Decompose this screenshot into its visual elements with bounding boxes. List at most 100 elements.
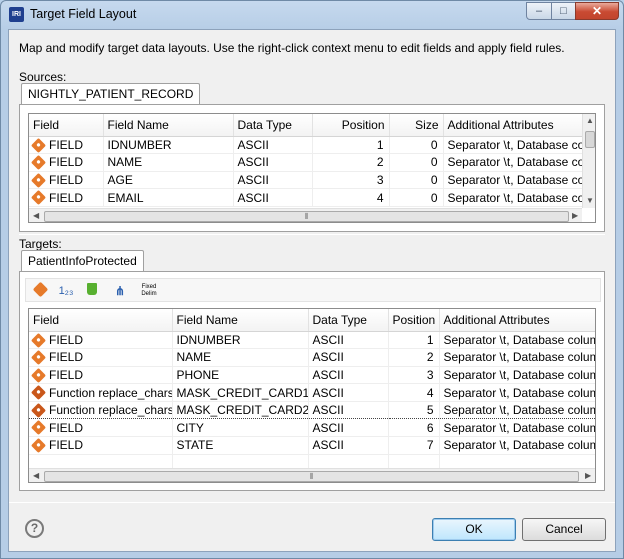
table-row[interactable]: FIELD EMAIL ASCII 4 0 Separator \t, Database … — [29, 188, 585, 207]
data-type-cell: ASCII — [308, 331, 389, 350]
function-field-icon — [30, 385, 47, 401]
field-icon — [30, 367, 47, 383]
delete-field-button[interactable] — [82, 282, 102, 300]
column-header[interactable]: Data Type — [233, 114, 313, 137]
tab-target-patient-info-protected[interactable]: PatientInfoProtected — [21, 250, 144, 272]
additional-attributes-cell: Separator \t, Database colum... — [439, 331, 595, 350]
field-icon — [30, 190, 47, 206]
table-row[interactable]: FIELD CITY ASCII 6 Separator \t, Database co… — [29, 418, 595, 438]
additional-attributes-cell: Separator \t, Database colum... — [439, 400, 595, 420]
title-bar[interactable]: IRI Target Field Layout – □ ✕ — [1, 1, 623, 29]
scroll-right-arrow-icon[interactable]: ▶ — [585, 471, 591, 480]
field-type-cell: FIELD — [29, 436, 173, 455]
ok-button[interactable]: OK — [432, 518, 516, 541]
minimize-button[interactable]: – — [526, 2, 552, 20]
table-row[interactable]: FIELD AGE ASCII 3 0 Separator \t, Database co… — [29, 171, 585, 190]
table-row[interactable]: FIELD STATE ASCII 7 Separator \t, Database c… — [29, 436, 595, 455]
sources-panel: Field Field Name Data Type Position Size Addi… — [19, 104, 605, 232]
additional-attributes-cell: Separator \t, Database colum... — [443, 136, 585, 155]
field-name-cell: MASK_CREDIT_CARD2 — [172, 400, 309, 420]
scroll-thumb[interactable] — [585, 131, 595, 148]
table-row[interactable]: Function replace_chars MASK_CREDIT_CARD2 A… — [29, 400, 595, 420]
table-row[interactable]: FIELD NAME ASCII 2 Separator \t, Database co… — [29, 348, 595, 367]
field-icon — [30, 137, 47, 153]
field-name-cell: NAME — [172, 348, 309, 367]
scroll-up-arrow-icon[interactable]: ▲ — [586, 116, 594, 125]
table-row[interactable]: FIELD NAME ASCII 2 0 Separator \t, Database c… — [29, 153, 585, 172]
close-button[interactable]: ✕ — [575, 2, 619, 20]
targets-horizontal-scrollbar[interactable]: ◀ ⦀ ▶ — [29, 468, 595, 482]
column-header[interactable]: Field — [29, 309, 173, 332]
cancel-button[interactable]: Cancel — [522, 518, 606, 541]
scroll-thumb[interactable]: ⦀ — [44, 211, 569, 222]
data-type-cell: ASCII — [308, 436, 389, 455]
column-header[interactable]: Field Name — [172, 309, 309, 332]
field-icon — [30, 155, 47, 171]
column-header[interactable]: Position — [388, 309, 440, 332]
add-field-button[interactable] — [30, 281, 50, 300]
map-fields-button[interactable]: ⋔ — [110, 282, 130, 300]
tab-source-nightly-patient-record[interactable]: NIGHTLY_PATIENT_RECORD — [21, 83, 201, 105]
additional-attributes-cell: Separator \t, Database colum... — [439, 366, 595, 385]
field-name-cell: EMAIL — [103, 188, 234, 207]
table-row[interactable]: Function replace_chars MASK_CREDIT_CARD1 A… — [29, 383, 595, 402]
size-cell: 0 — [389, 171, 444, 190]
field-name-cell: CITY — [172, 418, 309, 438]
scroll-thumb[interactable]: ⦀ — [44, 471, 579, 482]
field-type-cell: FIELD — [29, 331, 173, 350]
targets-toolbar: 1₂₃ ⋔ Fixed Delim — [25, 278, 601, 302]
field-type-cell: Function replace_chars — [29, 400, 173, 420]
data-type-cell: ASCII — [308, 383, 389, 402]
column-header[interactable]: Field Name — [103, 114, 234, 137]
column-header[interactable]: Position — [312, 114, 390, 137]
column-header[interactable]: Size — [389, 114, 444, 137]
data-type-cell: ASCII — [233, 153, 313, 172]
sources-vertical-scrollbar[interactable]: ▲ ▼ — [582, 114, 595, 208]
sources-table[interactable]: Field Field Name Data Type Position Size Addi… — [28, 113, 596, 223]
field-name-cell: NAME — [103, 153, 234, 172]
dialog-body: Map and modify target data layouts. Use … — [8, 29, 616, 552]
field-name-cell: PHONE — [172, 366, 309, 385]
field-name-cell: IDNUMBER — [172, 331, 309, 350]
table-row[interactable]: FIELD PHONE ASCII 3 Separator \t, Database c… — [29, 366, 595, 385]
field-icon — [30, 172, 47, 188]
scroll-left-arrow-icon[interactable]: ◀ — [33, 211, 39, 220]
fixed-delimited-toggle-button[interactable]: Fixed Delim — [138, 282, 160, 300]
data-type-cell: ASCII — [308, 400, 389, 420]
position-cell: 2 — [312, 153, 390, 172]
position-cell: 2 — [388, 348, 440, 367]
field-icon — [30, 350, 47, 366]
scroll-down-arrow-icon[interactable]: ▼ — [586, 196, 594, 205]
column-header[interactable]: Field — [29, 114, 104, 137]
data-type-cell: ASCII — [233, 136, 313, 155]
targets-table[interactable]: Field Field Name Data Type Position Addition… — [28, 308, 596, 483]
dialog-window: IRI Target Field Layout – □ ✕ Map and mo… — [0, 0, 624, 559]
help-icon[interactable]: ? — [25, 519, 44, 538]
table-row[interactable]: FIELD IDNUMBER ASCII 1 0 Separator \t, Databa… — [29, 136, 585, 155]
field-name-cell: AGE — [103, 171, 234, 190]
maximize-button[interactable]: □ — [551, 2, 576, 20]
scroll-left-arrow-icon[interactable]: ◀ — [33, 471, 39, 480]
field-type-label: FIELD — [49, 190, 84, 205]
field-type-label: FIELD — [49, 350, 84, 365]
dialog-description: Map and modify target data layouts. Use … — [19, 41, 565, 55]
field-icon — [30, 332, 47, 348]
size-cell: 0 — [389, 136, 444, 155]
sources-horizontal-scrollbar[interactable]: ◀ ⦀ ▶ — [29, 208, 582, 222]
position-cell: 4 — [312, 188, 390, 207]
field-type-cell: Function replace_chars — [29, 383, 173, 402]
field-type-cell: FIELD — [29, 366, 173, 385]
column-header[interactable]: Data Type — [308, 309, 389, 332]
column-header[interactable]: Additional Attributes — [439, 309, 595, 332]
field-type-cell: FIELD — [29, 153, 104, 172]
field-type-label: FIELD — [49, 438, 84, 453]
window-title: Target Field Layout — [30, 7, 137, 21]
column-header[interactable]: Additional Attributes — [443, 114, 585, 137]
renumber-button[interactable]: 1₂₃ — [56, 282, 76, 300]
field-type-label: FIELD — [49, 137, 84, 152]
table-row[interactable]: FIELD IDNUMBER ASCII 1 Separator \t, Databas… — [29, 331, 595, 350]
targets-panel: 1₂₃ ⋔ Fixed Delim Field Field Name Data Ty… — [19, 271, 605, 491]
scroll-right-arrow-icon[interactable]: ▶ — [572, 211, 578, 220]
size-cell: 0 — [389, 188, 444, 207]
additional-attributes-cell: Separator \t, Database colum... — [439, 436, 595, 455]
